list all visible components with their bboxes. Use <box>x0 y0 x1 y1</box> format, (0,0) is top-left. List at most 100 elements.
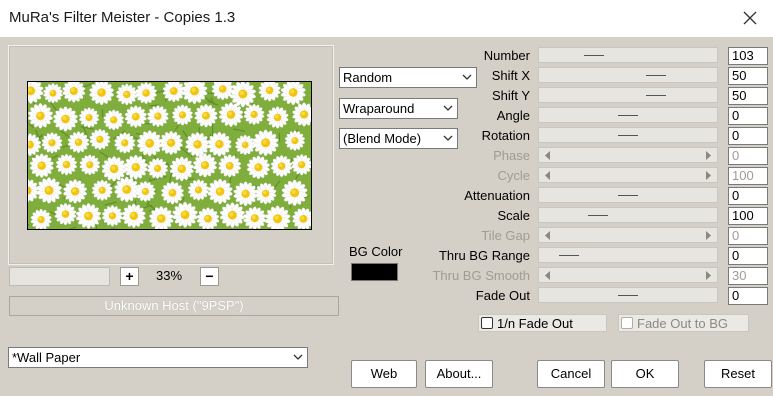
arrow-left-icon[interactable] <box>544 231 552 240</box>
param-row: Tile Gap <box>400 227 530 245</box>
param-value-field[interactable]: 100 <box>728 207 768 225</box>
param-label: Thru BG Range <box>438 248 530 263</box>
bg-color-label: BG Color <box>349 244 403 259</box>
bg-color-swatch[interactable] <box>351 263 398 281</box>
param-value-field[interactable]: 0 <box>728 147 768 165</box>
reset-button[interactable]: Reset <box>704 360 772 388</box>
param-label: Shift X <box>491 68 530 83</box>
param-value-field[interactable]: 50 <box>728 67 768 85</box>
param-value-field[interactable]: 0 <box>728 127 768 145</box>
param-row: Angle <box>400 107 530 125</box>
param-value-field[interactable]: 30 <box>728 267 768 285</box>
host-status: Unknown Host ("9PSP") <box>9 296 339 316</box>
param-slider[interactable] <box>538 127 718 143</box>
param-value-field[interactable]: 100 <box>728 167 768 185</box>
ok-button[interactable]: OK <box>611 360 679 388</box>
param-label: Thru BG Smooth <box>432 268 530 283</box>
slider-thumb[interactable] <box>588 215 608 216</box>
preset-dropdown[interactable]: *Wall Paper <box>8 347 308 368</box>
param-label: Rotation <box>481 128 530 143</box>
arrow-left-icon[interactable] <box>544 271 552 280</box>
param-row: Cycle <box>400 167 530 185</box>
arrow-right-icon[interactable] <box>704 231 712 240</box>
param-slider[interactable] <box>538 287 718 303</box>
mode-dropdown-value: Random <box>343 70 393 85</box>
param-row: Shift X <box>400 67 530 85</box>
param-slider[interactable] <box>538 47 718 63</box>
close-button[interactable] <box>727 0 773 37</box>
slider-thumb[interactable] <box>559 255 579 256</box>
close-icon <box>743 11 757 25</box>
param-label: Fade Out <box>475 288 530 303</box>
param-value-field[interactable]: 103 <box>728 47 768 65</box>
param-slider[interactable] <box>538 207 718 223</box>
param-slider[interactable] <box>538 107 718 123</box>
param-value-field[interactable]: 0 <box>728 107 768 125</box>
param-row: Phase <box>400 147 530 165</box>
title-bar: MuRa's Filter Meister - Copies 1.3 <box>0 0 773 38</box>
param-row: Number <box>400 47 530 65</box>
slider-thumb[interactable] <box>618 135 638 136</box>
zoom-in-button[interactable]: + <box>120 267 139 286</box>
slider-thumb[interactable] <box>618 295 638 296</box>
arrow-left-icon[interactable] <box>544 151 552 160</box>
slider-thumb[interactable] <box>646 95 666 96</box>
plus-icon: + <box>125 268 134 284</box>
param-row: Scale <box>400 207 530 225</box>
arrow-right-icon[interactable] <box>704 271 712 280</box>
param-slider[interactable] <box>538 247 718 263</box>
param-slider[interactable] <box>538 267 718 283</box>
slider-thumb[interactable] <box>646 75 666 76</box>
param-label: Attenuation <box>464 188 530 203</box>
zoom-out-button[interactable]: − <box>200 267 219 286</box>
param-label: Number <box>483 48 530 63</box>
param-label: Tile Gap <box>481 228 530 243</box>
param-slider[interactable] <box>538 227 718 243</box>
daisy-pattern-image <box>28 82 311 229</box>
param-label: Phase <box>493 148 530 163</box>
fade-out-to-bg-checkbox[interactable]: Fade Out to BG <box>618 314 749 332</box>
slider-thumb[interactable] <box>618 195 638 196</box>
slider-thumb[interactable] <box>618 115 638 116</box>
preview-image[interactable] <box>27 81 312 230</box>
cancel-button[interactable]: Cancel <box>537 360 605 388</box>
arrow-right-icon[interactable] <box>704 171 712 180</box>
zoom-level: 33% <box>155 268 183 283</box>
dialog-client-area: + 33% − Unknown Host ("9PSP") Random Wra… <box>0 37 773 396</box>
arrow-left-icon[interactable] <box>544 171 552 180</box>
param-label: Scale <box>497 208 530 223</box>
param-row: Shift Y <box>400 87 530 105</box>
param-row: Fade Out <box>400 287 530 305</box>
window-title: MuRa's Filter Meister - Copies 1.3 <box>9 9 236 26</box>
slider-thumb[interactable] <box>584 55 604 56</box>
zoom-scroll-area <box>9 267 110 286</box>
param-row: Attenuation <box>400 187 530 205</box>
param-slider[interactable] <box>538 87 718 103</box>
param-row: Rotation <box>400 127 530 145</box>
param-value-field[interactable]: 50 <box>728 87 768 105</box>
param-slider[interactable] <box>538 147 718 163</box>
param-value-field[interactable]: 0 <box>728 227 768 245</box>
param-label: Angle <box>496 108 530 123</box>
checkbox-square[interactable] <box>621 317 633 329</box>
param-row: Thru BG Range <box>400 247 530 265</box>
fade-out-1n-checkbox[interactable]: 1/n Fade Out <box>478 314 607 332</box>
about-button[interactable]: About... <box>425 360 493 388</box>
param-slider[interactable] <box>538 167 718 183</box>
arrow-right-icon[interactable] <box>704 151 712 160</box>
checkbox-label: 1/n Fade Out <box>497 316 573 331</box>
param-value-field[interactable]: 0 <box>728 187 768 205</box>
param-slider[interactable] <box>538 187 718 203</box>
minus-icon: − <box>205 268 214 284</box>
param-slider[interactable] <box>538 67 718 83</box>
param-label: Cycle <box>497 168 530 183</box>
checkbox-label: Fade Out to BG <box>637 316 729 331</box>
param-value-field[interactable]: 0 <box>728 247 768 265</box>
preview-panel <box>8 45 334 265</box>
checkbox-square[interactable] <box>481 317 493 329</box>
param-value-field[interactable]: 0 <box>728 287 768 305</box>
param-label: Shift Y <box>491 88 530 103</box>
param-row: Thru BG Smooth <box>400 267 530 285</box>
preset-dropdown-value: *Wall Paper <box>12 350 81 365</box>
web-button[interactable]: Web <box>351 360 417 388</box>
